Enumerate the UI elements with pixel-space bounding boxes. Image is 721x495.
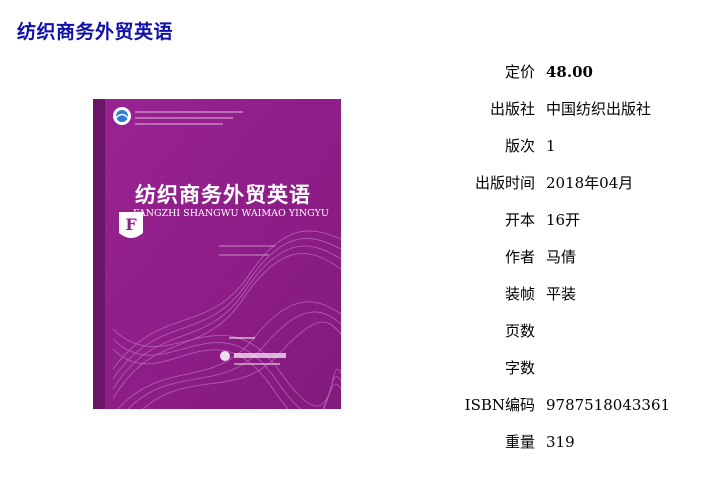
spec-label: 出版时间 — [474, 174, 535, 192]
spec-value: 319 — [546, 432, 575, 451]
spec-value — [546, 349, 670, 386]
spec-row: 开本 16开 — [440, 201, 670, 238]
cover-badge-icon: F — [119, 212, 143, 238]
spec-label: ISBN编码 — [464, 396, 535, 414]
spec-row: ISBN编码 9787518043361 — [440, 386, 670, 423]
cover-logo-icon — [113, 107, 131, 125]
spec-label: 定价 — [504, 63, 535, 81]
spec-row: 字数 — [440, 349, 670, 386]
spec-value: 9787518043361 — [546, 395, 671, 414]
spec-label: 装帧 — [504, 285, 535, 303]
spec-value — [546, 312, 670, 349]
spec-value: 16开 — [546, 211, 581, 229]
spec-label: 版次 — [504, 137, 535, 155]
spec-label: 重量 — [504, 433, 535, 451]
spec-value: 2018年04月 — [546, 174, 634, 192]
spec-value: 1 — [546, 136, 556, 155]
spec-row: 定价 48.00 — [440, 53, 670, 90]
spec-row: 重量 319 — [440, 423, 670, 460]
cover-badge-letter: F — [125, 215, 137, 234]
product-specs-table: 定价 48.00 出版社 中国纺织出版社版次 1 出版时间 2018年04月开本 16开作者马… — [440, 53, 670, 460]
spec-row: 页数 — [440, 312, 670, 349]
spec-label: 开本 — [504, 211, 535, 229]
spec-value: 马倩 — [546, 248, 577, 266]
page-title: 纺织商务外贸英语 — [17, 21, 174, 43]
spec-row: 作者 马倩 — [440, 238, 670, 275]
cover-artwork: F — [93, 99, 341, 409]
spec-row: 出版社 中国纺织出版社 — [440, 90, 670, 127]
spec-row: 出版时间 2018年04月 — [440, 164, 670, 201]
spec-value: 中国纺织出版社 — [546, 100, 652, 118]
book-cover-image[interactable]: F 纺织商务外贸英语 FANGZHI SHANGWU WAIMAO YINGYU — [93, 99, 341, 409]
spec-label: 字数 — [504, 359, 535, 377]
spec-value-price: 48.00 — [546, 62, 593, 81]
spec-value: 平装 — [546, 285, 577, 303]
spec-label: 出版社 — [489, 100, 535, 118]
spec-row: 版次 1 — [440, 127, 670, 164]
spec-label: 作者 — [504, 248, 535, 266]
spec-label: 页数 — [504, 322, 535, 340]
spec-row: 装帧 平装 — [440, 275, 670, 312]
cover-spine — [93, 99, 105, 409]
